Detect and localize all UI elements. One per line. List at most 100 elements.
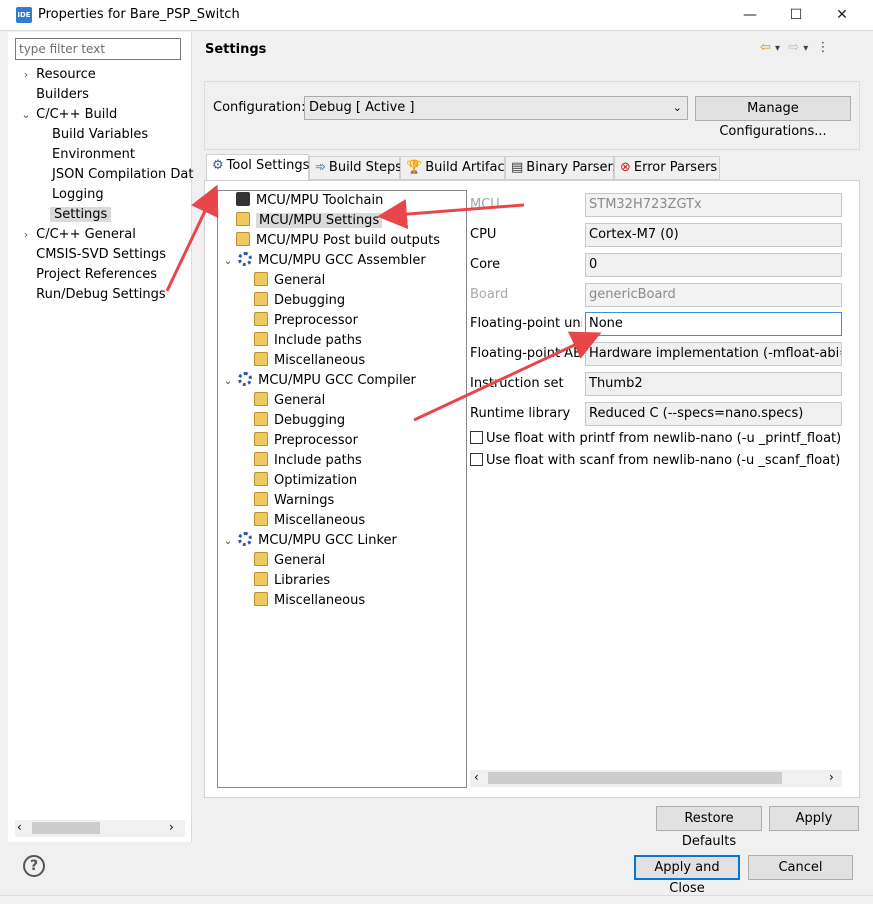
tool-tree-label: Preprocessor xyxy=(274,433,358,448)
restore-defaults-button[interactable]: Restore Defaults xyxy=(656,806,762,849)
forward-dropdown-icon[interactable]: ▾ xyxy=(803,43,808,54)
tree-item[interactable]: Build Variables xyxy=(20,125,190,145)
property-value[interactable]: None xyxy=(585,312,842,336)
maximize-button[interactable]: ☐ xyxy=(773,0,819,31)
checkbox-icon[interactable] xyxy=(470,431,483,444)
filter-input[interactable] xyxy=(15,38,181,60)
scroll-left-icon[interactable]: ‹ xyxy=(474,770,479,784)
folder-icon xyxy=(254,512,268,526)
tool-tree-item[interactable]: ⌄ MCU/MPU GCC Assembler xyxy=(222,251,462,271)
right-scrollbar[interactable]: ‹ › xyxy=(470,770,842,787)
chevron-icon[interactable]: › xyxy=(20,225,32,245)
chevron-icon[interactable]: ⌄ xyxy=(20,105,32,125)
tool-tree-item[interactable]: General xyxy=(222,271,462,291)
tree-item[interactable]: Settings xyxy=(20,205,190,225)
checkbox-icon[interactable] xyxy=(470,453,483,466)
cancel-button[interactable]: Cancel xyxy=(748,855,853,880)
tree-item[interactable]: Project References xyxy=(20,265,190,285)
tab-label: Build Steps xyxy=(328,160,403,175)
folder-icon xyxy=(254,272,268,286)
configuration-select[interactable]: Debug [ Active ] ⌄ xyxy=(304,96,688,120)
property-value[interactable]: Thumb2 xyxy=(585,372,842,396)
tree-item[interactable]: ⌄ C/C++ Build xyxy=(20,105,190,125)
property-value[interactable]: Hardware implementation (-mfloat-abi=har… xyxy=(585,342,842,366)
chevron-down-icon[interactable]: ⌄ xyxy=(222,371,234,391)
tool-tree-label: Include paths xyxy=(274,453,362,468)
minimize-button[interactable]: — xyxy=(727,0,773,31)
tool-tree-item[interactable]: Optimization xyxy=(222,471,462,491)
folder-icon xyxy=(254,592,268,606)
chevron-down-icon[interactable]: ⌄ xyxy=(222,251,234,271)
scroll-thumb[interactable] xyxy=(32,822,100,834)
tree-item[interactable]: CMSIS-SVD Settings xyxy=(20,245,190,265)
apply-and-close-button[interactable]: Apply and Close xyxy=(634,855,740,896)
close-button[interactable]: ✕ xyxy=(819,0,865,31)
tab-0[interactable]: ⚙ Tool Settings xyxy=(206,154,309,181)
tree-item-label: Resource xyxy=(36,67,96,82)
tool-tree-item[interactable]: Preprocessor xyxy=(222,311,462,331)
tree-item[interactable]: JSON Compilation Dat xyxy=(20,165,193,185)
tree-item[interactable]: › Resource xyxy=(20,65,190,85)
help-icon[interactable]: ? xyxy=(23,855,45,877)
chevron-icon[interactable]: › xyxy=(20,65,32,85)
tool-tree-item[interactable]: MCU/MPU Settings xyxy=(222,211,462,231)
chevron-down-icon[interactable]: ⌄ xyxy=(222,531,234,551)
error-icon: ⊗ xyxy=(620,160,631,175)
tab-2[interactable]: 🏆 Build Artifact xyxy=(400,156,510,180)
tool-tree-item[interactable]: ⌄ MCU/MPU GCC Linker xyxy=(222,531,462,551)
tree-item[interactable]: Environment xyxy=(20,145,190,165)
folder-icon xyxy=(254,552,268,566)
chevron-down-icon: ⌄ xyxy=(672,101,682,114)
left-scrollbar[interactable]: ‹ › xyxy=(15,820,185,837)
tool-tree-item[interactable]: Miscellaneous xyxy=(222,591,462,611)
tool-tree-items: MCU/MPU Toolchain MCU/MPU Settings MCU/MPU… xyxy=(222,191,462,611)
tree-item-label: CMSIS-SVD Settings xyxy=(36,247,167,262)
property-label: Floating-point unit xyxy=(470,316,582,331)
tool-tree-item[interactable]: Debugging xyxy=(222,411,462,431)
tab-3[interactable]: ▤ Binary Parsers xyxy=(505,156,620,180)
tool-tree-item[interactable]: Debugging xyxy=(222,291,462,311)
tool-tree-item[interactable]: Preprocessor xyxy=(222,431,462,451)
property-value: genericBoard xyxy=(585,283,842,307)
tool-tree-item[interactable]: Include paths xyxy=(222,331,462,351)
tree-item-label: Logging xyxy=(52,187,104,202)
tool-tree-item[interactable]: MCU/MPU Toolchain xyxy=(222,191,462,211)
tab-label: Tool Settings xyxy=(226,158,310,173)
apply-button[interactable]: Apply xyxy=(769,806,859,831)
tool-tree-item[interactable]: MCU/MPU Post build outputs xyxy=(222,231,462,251)
tree-item[interactable]: Builders xyxy=(20,85,190,105)
tab-1[interactable]: ➾ Build Steps xyxy=(309,156,403,180)
chip-icon xyxy=(236,192,250,206)
scroll-right-icon[interactable]: › xyxy=(829,770,834,784)
folder-icon xyxy=(254,312,268,326)
folder-icon xyxy=(254,292,268,306)
property-value[interactable]: 0 xyxy=(585,253,842,277)
tree-item[interactable]: Logging xyxy=(20,185,190,205)
tool-tree-item[interactable]: Miscellaneous xyxy=(222,511,462,531)
back-dropdown-icon[interactable]: ▾ xyxy=(775,43,780,54)
tree-item[interactable]: Run/Debug Settings xyxy=(20,285,190,305)
option-checkbox[interactable]: Use float with scanf from newlib-nano (-… xyxy=(470,452,840,470)
manage-configurations-button[interactable]: Manage Configurations... xyxy=(695,96,851,139)
view-menu-icon[interactable]: ⋮ xyxy=(816,40,829,55)
scroll-left-icon[interactable]: ‹ xyxy=(17,820,22,834)
tree-item[interactable]: › C/C++ General xyxy=(20,225,190,245)
tool-tree-item[interactable]: Libraries xyxy=(222,571,462,591)
window-title: Properties for Bare_PSP_Switch xyxy=(38,7,240,22)
tab-label: Binary Parsers xyxy=(526,160,620,175)
tab-4[interactable]: ⊗ Error Parsers xyxy=(614,156,720,180)
scroll-thumb[interactable] xyxy=(488,772,782,784)
back-icon[interactable]: ⇦ xyxy=(760,40,771,55)
scroll-right-icon[interactable]: › xyxy=(169,820,174,834)
tool-tree-item[interactable]: ⌄ MCU/MPU GCC Compiler xyxy=(222,371,462,391)
tool-tree-item[interactable]: Warnings xyxy=(222,491,462,511)
tool-tree-item[interactable]: Include paths xyxy=(222,451,462,471)
property-value[interactable]: Reduced C (--specs=nano.specs) xyxy=(585,402,842,426)
tool-tree-item[interactable]: General xyxy=(222,391,462,411)
forward-icon[interactable]: ⇨ xyxy=(788,40,799,55)
property-value[interactable]: Cortex-M7 (0) xyxy=(585,223,842,247)
tool-tree-item[interactable]: Miscellaneous xyxy=(222,351,462,371)
option-checkbox[interactable]: Use float with printf from newlib-nano (… xyxy=(470,430,841,448)
tool-tree-item[interactable]: General xyxy=(222,551,462,571)
tool-tree-label: Debugging xyxy=(274,413,346,428)
